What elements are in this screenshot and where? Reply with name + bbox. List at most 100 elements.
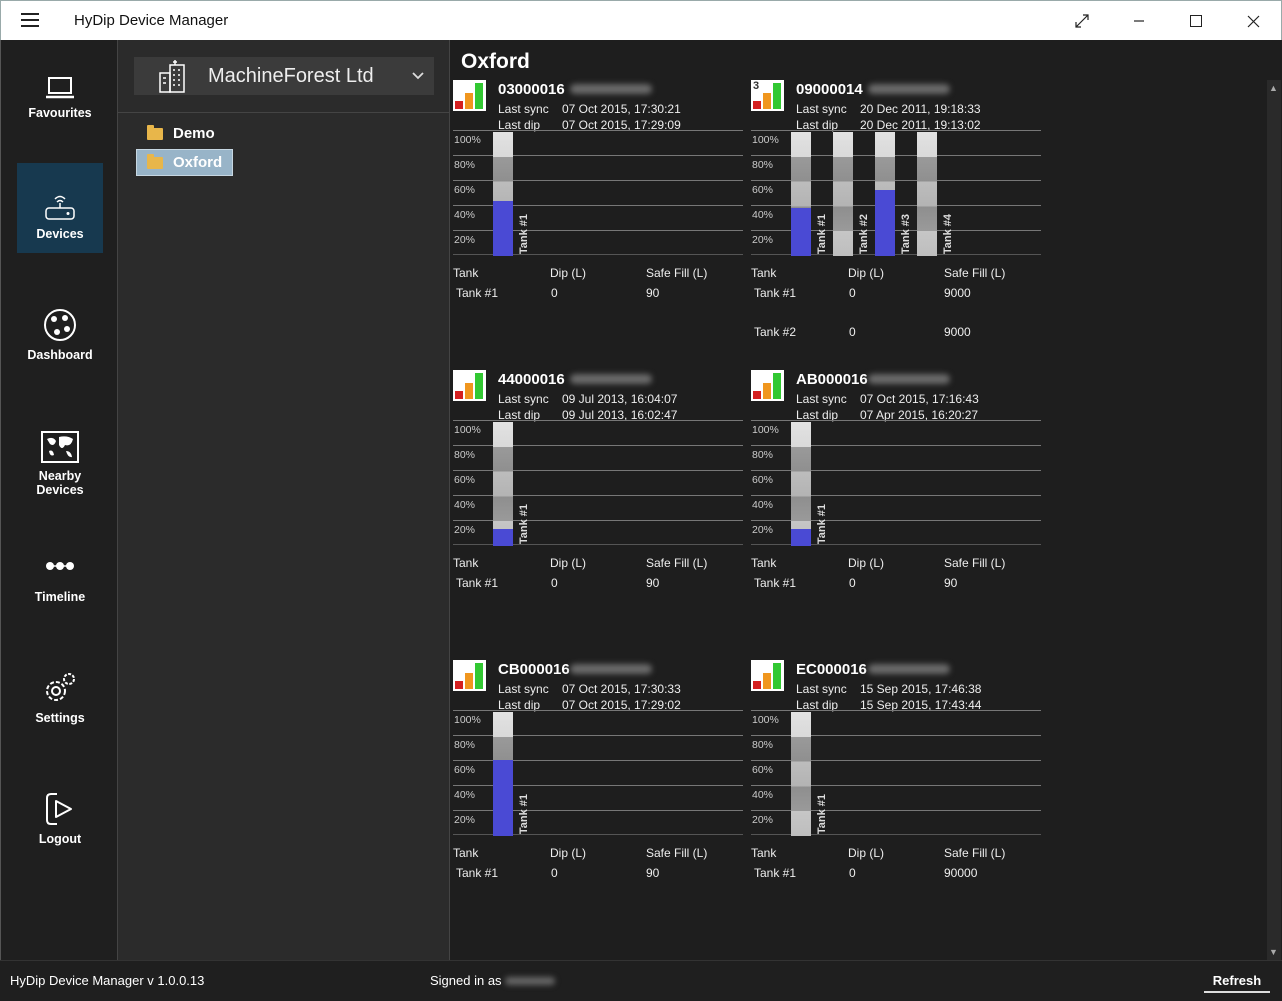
grid-tick-label: 80% — [752, 159, 774, 171]
device-serial: 03000016 — [498, 81, 565, 98]
table-row: Tank #1 0 90 — [453, 866, 743, 886]
device-serial: AB000016 — [796, 371, 868, 388]
tank-gauge[interactable] — [493, 422, 513, 546]
grid-tick-label: 20% — [752, 234, 774, 246]
tank-gauge[interactable] — [833, 132, 853, 256]
hydip-logo-icon — [751, 660, 784, 691]
nav-settings[interactable]: Settings — [17, 647, 103, 737]
folder-label: Demo — [173, 125, 215, 142]
grid-tick-label: 60% — [454, 184, 476, 196]
last-sync-value: 15 Sep 2015, 17:46:38 — [860, 682, 982, 696]
tank-table: Tank Dip (L) Safe Fill (L) Tank #1 0 90000 — [751, 846, 1041, 886]
cell-safe-fill: 90000 — [944, 866, 978, 880]
grid-line — [751, 130, 1041, 131]
tank-gauge[interactable] — [493, 132, 513, 256]
scroll-up-icon[interactable]: ▲ — [1269, 83, 1278, 93]
device-card[interactable]: CB000016 Last sync 07 Oct 2015, 17:30:33 La… — [450, 658, 743, 938]
tank-fill — [493, 529, 513, 546]
close-icon[interactable] — [1230, 1, 1276, 41]
grid-tick-label: 80% — [454, 739, 476, 751]
table-row: Tank #1 0 90 — [453, 576, 743, 596]
main-content: Oxford 03000016 Last sync 07 Oct 2015, 17:… — [450, 40, 1282, 960]
grid-tick-label: 60% — [752, 764, 774, 776]
device-card[interactable]: 3 09000014 Last sync 20 Dec 2011, 19:18:33 L… — [748, 78, 1041, 358]
device-card[interactable]: 44000016 Last sync 09 Jul 2013, 16:04:07 La… — [450, 368, 743, 648]
folder-oxford[interactable]: Oxford — [136, 149, 234, 176]
grid-tick-label: 60% — [752, 474, 774, 486]
cell-safe-fill: 90 — [944, 576, 958, 590]
tank-gauge-label: Tank #1 — [518, 793, 530, 834]
tank-gauge[interactable] — [493, 712, 513, 836]
folder-demo[interactable]: Demo — [137, 120, 225, 147]
column-header-safe-fill: Safe Fill (L) — [646, 266, 708, 280]
cell-tank: Tank #1 — [754, 866, 797, 880]
last-sync-label: Last sync — [498, 682, 549, 696]
tank-gauge[interactable] — [791, 132, 811, 256]
grid-tick-label: 100% — [454, 134, 481, 146]
column-header-safe-fill: Safe Fill (L) — [944, 266, 1006, 280]
maximize-icon[interactable] — [1173, 1, 1219, 41]
tank-gauge[interactable] — [791, 422, 811, 546]
grid-tick-label: 80% — [454, 449, 476, 461]
device-card[interactable]: EC000016 Last sync 15 Sep 2015, 17:46:38 La… — [748, 658, 1041, 938]
scroll-down-icon[interactable]: ▼ — [1269, 947, 1278, 957]
hydip-logo-icon — [751, 370, 784, 401]
tank-fill — [791, 529, 811, 546]
grid-tick-label: 20% — [454, 234, 476, 246]
device-card[interactable]: 03000016 Last sync 07 Oct 2015, 17:30:21 La… — [450, 78, 743, 358]
table-row: Tank #1 0 90 — [751, 576, 1041, 596]
cell-dip: 0 — [849, 286, 856, 300]
column-header-dip: Dip (L) — [550, 266, 587, 280]
folder-icon — [147, 153, 163, 169]
nav-label: Settings — [35, 711, 85, 725]
nav-dashboard[interactable]: Dashboard — [17, 284, 103, 374]
grid-tick-label: 80% — [752, 449, 774, 461]
cell-dip: 0 — [849, 866, 856, 880]
hamburger-menu-icon[interactable] — [21, 13, 39, 27]
table-header: Tank Dip (L) Safe Fill (L) — [751, 556, 1041, 576]
nav-nearby-devices[interactable]: Nearby Devices — [17, 405, 103, 497]
device-card[interactable]: AB000016 Last sync 07 Oct 2015, 17:16:43 La… — [748, 368, 1041, 648]
grid-tick-label: 40% — [454, 209, 476, 221]
hydip-logo-icon — [453, 370, 486, 401]
nav-devices[interactable]: Devices — [17, 163, 103, 253]
grid-tick-label: 60% — [454, 764, 476, 776]
tank-table: Tank Dip (L) Safe Fill (L) Tank #1 0 90 — [453, 556, 743, 596]
fullscreen-icon[interactable] — [1059, 1, 1105, 41]
tank-gauge[interactable] — [917, 132, 937, 256]
table-header: Tank Dip (L) Safe Fill (L) — [453, 556, 743, 576]
tank-table: Tank Dip (L) Safe Fill (L) Tank #1 0 9000 Tank… — [751, 266, 1041, 345]
grid-line — [751, 420, 1041, 421]
minimize-icon[interactable] — [1116, 1, 1162, 41]
map-icon — [17, 419, 103, 463]
nav-timeline[interactable]: Timeline — [17, 526, 103, 616]
grid-tick-label: 20% — [454, 814, 476, 826]
grid-tick-label: 100% — [752, 424, 779, 436]
tank-table: Tank Dip (L) Safe Fill (L) Tank #1 0 90 — [453, 266, 743, 306]
tank-gauge[interactable] — [791, 712, 811, 836]
vertical-scrollbar[interactable]: ▲ ▼ — [1267, 80, 1281, 960]
grid-tick-label: 20% — [752, 814, 774, 826]
cell-dip: 0 — [551, 866, 558, 880]
organisation-selector[interactable]: MachineForest Ltd — [134, 57, 434, 95]
cell-safe-fill: 90 — [646, 576, 660, 590]
column-header-dip: Dip (L) — [550, 846, 587, 860]
cell-tank: Tank #2 — [754, 325, 797, 339]
column-header-tank: Tank — [751, 556, 777, 570]
tank-gauge[interactable] — [875, 132, 895, 256]
refresh-button[interactable]: Refresh — [1204, 969, 1270, 993]
tank-level-chart: 100% 80% 60% 40% 20% Tank #1 — [453, 710, 743, 836]
nav-label: Favourites — [28, 106, 92, 120]
nav-logout[interactable]: Logout — [17, 768, 103, 858]
page-title: Oxford — [461, 50, 530, 73]
chevron-down-icon[interactable] — [412, 67, 424, 83]
grid-tick-label: 60% — [752, 184, 774, 196]
hydip-logo-icon — [453, 660, 486, 691]
nav-favourites[interactable]: Favourites — [17, 42, 103, 132]
column-header-tank: Tank — [453, 556, 479, 570]
tank-level-chart: 100% 80% 60% 40% 20% Tank #1 — [453, 420, 743, 546]
device-serial: EC000016 — [796, 661, 867, 678]
redacted-serial — [868, 374, 950, 384]
dashboard-icon — [17, 298, 103, 342]
grid-line — [751, 710, 1041, 711]
